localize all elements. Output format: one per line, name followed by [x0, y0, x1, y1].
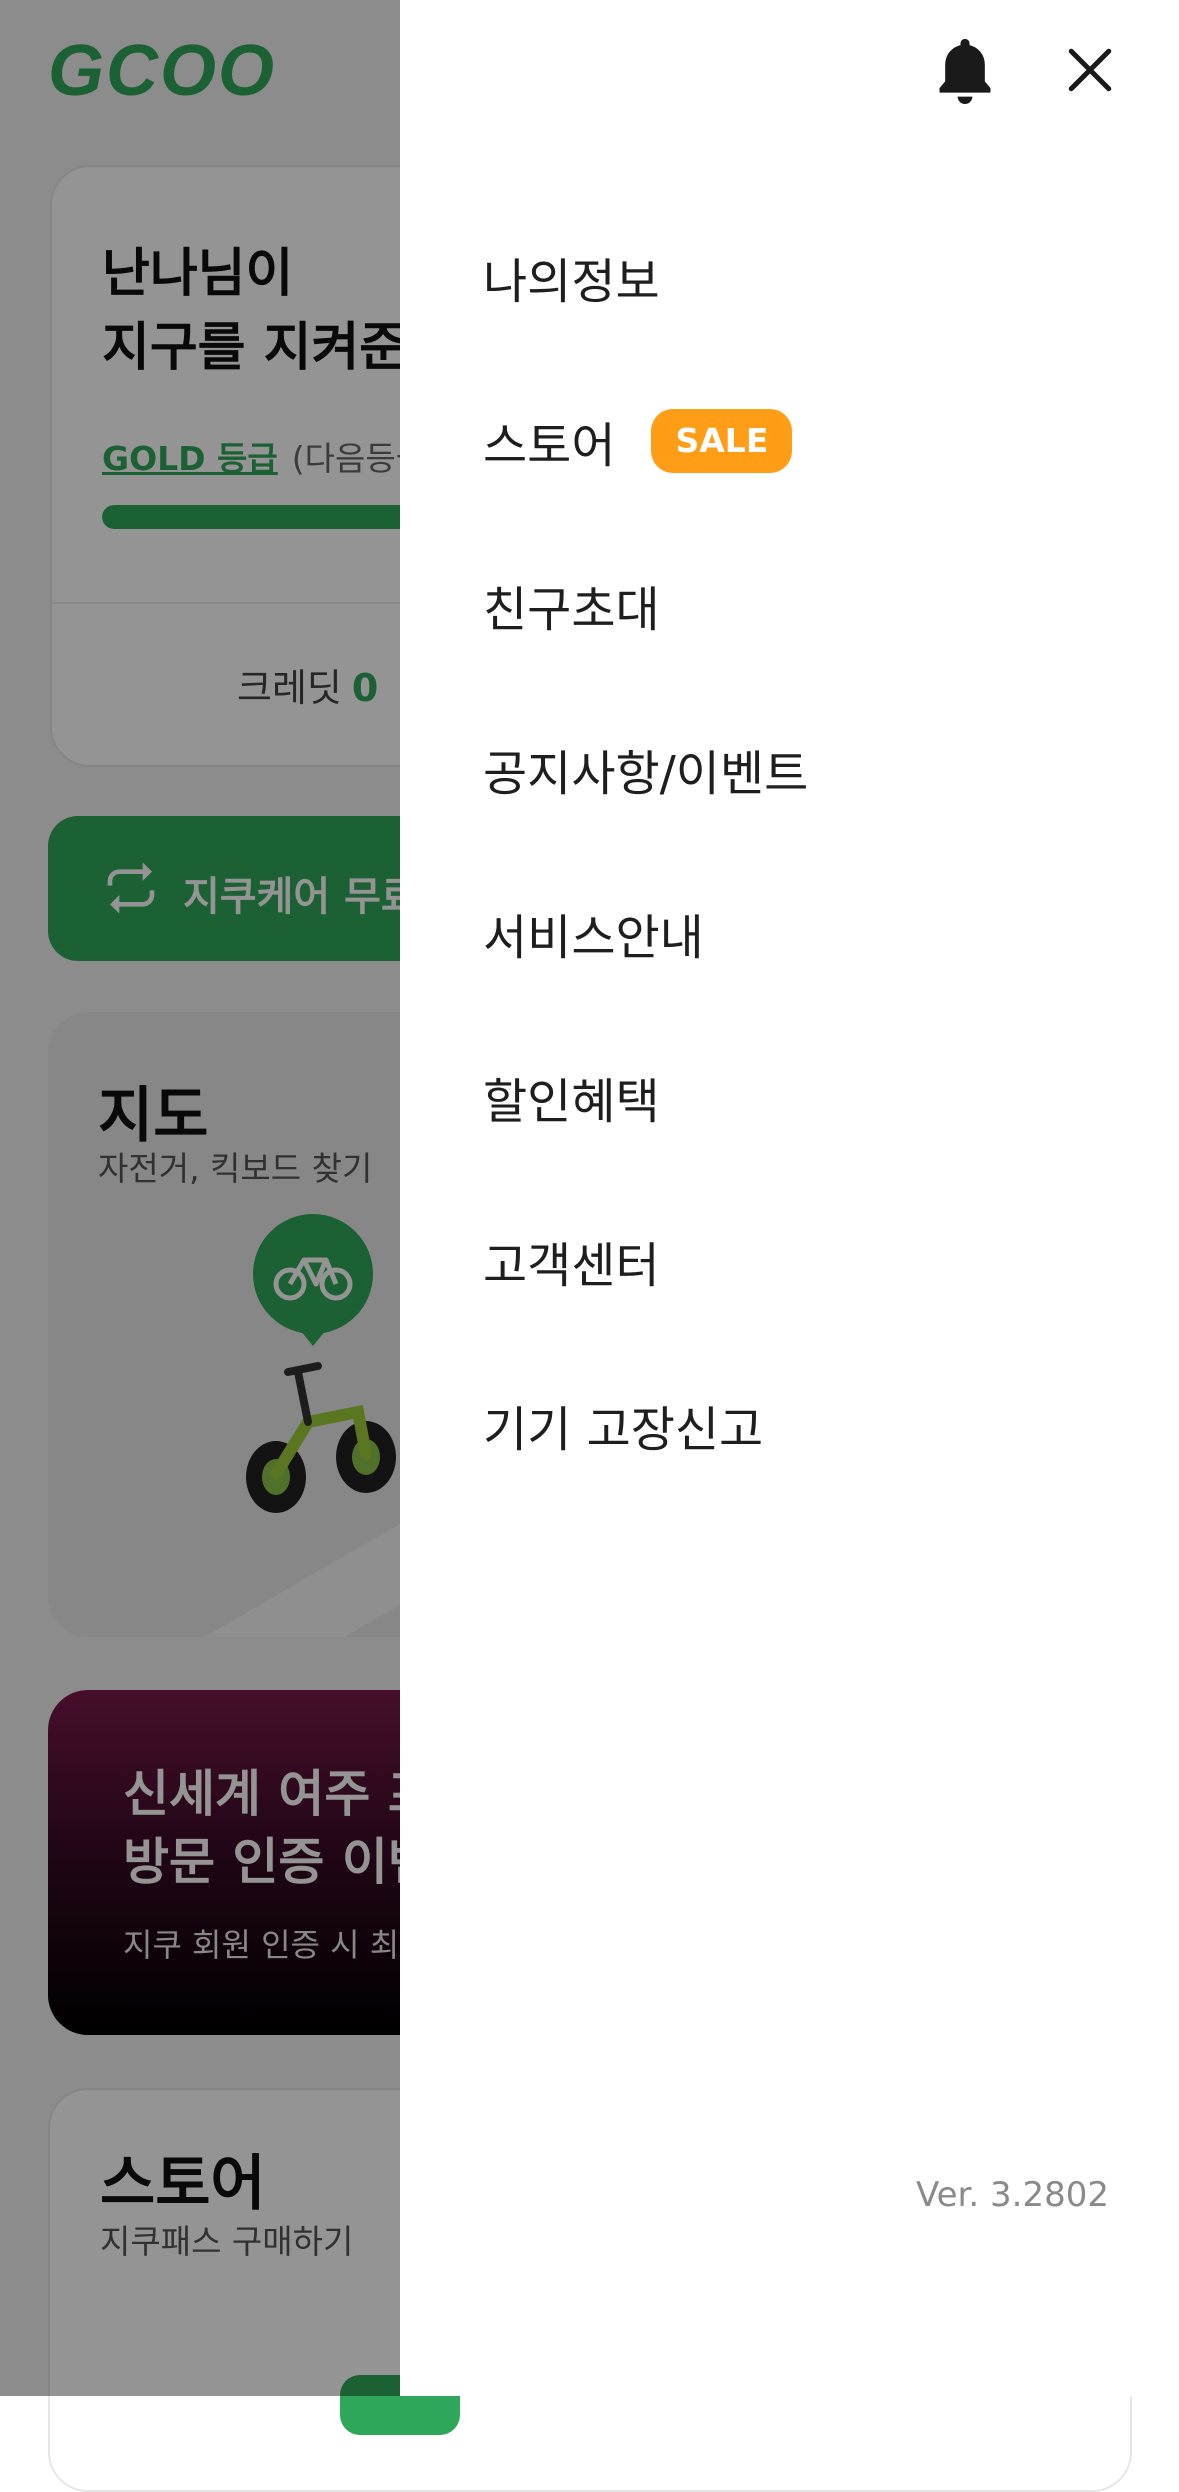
- side-drawer: 나의정보 스토어 SALE 친구초대 공지사항/이벤트 서비스안내 할인혜택 고객…: [400, 0, 1179, 2396]
- menu-item-label: 서비스안내: [483, 910, 704, 966]
- menu-item-report-fault[interactable]: 기기 고장신고: [483, 1343, 808, 1507]
- menu-item-invite-friends[interactable]: 친구초대: [483, 523, 808, 687]
- menu-item-label: 고객센터: [483, 1238, 660, 1294]
- menu-item-label: 나의정보: [483, 254, 660, 310]
- menu-item-label: 기기 고장신고: [483, 1402, 764, 1458]
- menu-item-label: 할인혜택: [483, 1074, 660, 1130]
- menu-item-service-guide[interactable]: 서비스안내: [483, 851, 808, 1015]
- menu-item-customer-center[interactable]: 고객센터: [483, 1179, 808, 1343]
- menu-item-my-info[interactable]: 나의정보: [483, 195, 808, 359]
- close-icon[interactable]: [1050, 30, 1130, 110]
- bell-icon[interactable]: [925, 30, 1005, 110]
- sale-badge: SALE: [651, 409, 793, 473]
- menu-item-discounts[interactable]: 할인혜택: [483, 1015, 808, 1179]
- menu-item-store[interactable]: 스토어 SALE: [483, 359, 808, 523]
- app-version: Ver. 3.2802: [916, 2175, 1109, 2215]
- menu-item-label: 친구초대: [483, 582, 660, 638]
- dim-overlay[interactable]: [0, 0, 400, 2396]
- drawer-menu: 나의정보 스토어 SALE 친구초대 공지사항/이벤트 서비스안내 할인혜택 고객…: [483, 195, 808, 1507]
- menu-item-label: 스토어: [483, 418, 616, 474]
- menu-item-notices-events[interactable]: 공지사항/이벤트: [483, 687, 808, 851]
- menu-item-label: 공지사항/이벤트: [483, 746, 809, 802]
